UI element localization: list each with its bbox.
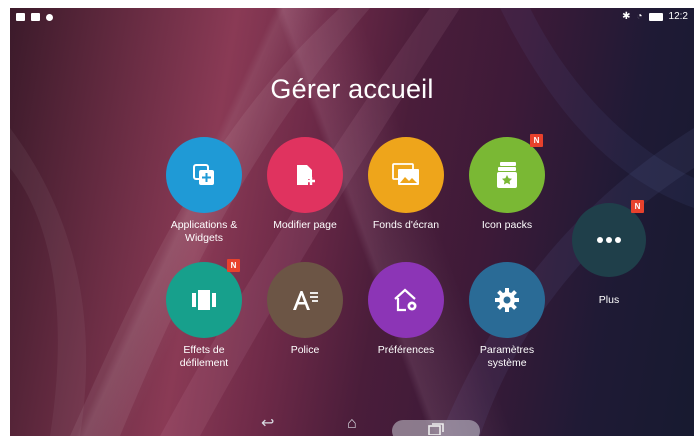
tile-parametres-systeme[interactable]: Paramètres système: [451, 262, 563, 370]
tile-label: Paramètres système: [479, 344, 535, 369]
recent-apps-button[interactable]: [392, 420, 480, 436]
tile-label: Fonds d'écran: [372, 219, 440, 231]
tile-effets-defilement[interactable]: N Effets de défilement: [148, 259, 260, 370]
back-icon[interactable]: ↩: [261, 416, 274, 432]
edit-page-icon: [297, 165, 315, 185]
tile-modifier-page[interactable]: Modifier page: [249, 137, 361, 232]
system-icons: ✱ ◔ 12:2: [622, 12, 688, 22]
parametres-circle[interactable]: [469, 262, 545, 338]
navigation-bar: ↩ ⌂: [10, 412, 694, 436]
screenshot-icon: [31, 13, 40, 21]
home-manage-screen: ✱ ◔ 12:2 Gérer accueil Applications & Wi…: [10, 8, 694, 436]
recent-apps-icon: [428, 423, 444, 435]
tile-preferences[interactable]: Préférences: [350, 262, 462, 357]
tile-applications-widgets[interactable]: Applications & Widgets: [148, 137, 260, 245]
new-badge: N: [227, 259, 240, 272]
home-settings-icon: [394, 288, 417, 312]
tile-label: Applications & Widgets: [170, 219, 238, 244]
clock: 12:2: [668, 11, 688, 22]
preferences-circle[interactable]: [368, 262, 444, 338]
gear-icon: [495, 288, 519, 312]
icon-pack-icon: [497, 162, 517, 188]
tile-label: Police: [290, 344, 320, 356]
police-circle[interactable]: [267, 262, 343, 338]
add-widget-icon: [193, 164, 214, 185]
wallpaper-icon: [392, 163, 419, 185]
bluetooth-icon: ✱: [622, 11, 631, 22]
tile-label: Plus: [598, 294, 620, 306]
plus-circle[interactable]: N: [572, 200, 646, 277]
more-dots-icon: [597, 237, 621, 243]
new-badge: N: [530, 134, 543, 147]
tile-police[interactable]: Police: [249, 262, 361, 357]
tile-icon-packs[interactable]: N Icon packs: [451, 134, 563, 232]
home-icon[interactable]: ⌂: [347, 416, 357, 432]
notification-icons: [16, 13, 53, 21]
tile-label: Modifier page: [273, 219, 337, 231]
effets-circle[interactable]: N: [166, 259, 242, 338]
notification-icon: [16, 13, 25, 21]
tile-label: Icon packs: [481, 219, 533, 231]
wifi-icon: ◔: [636, 11, 643, 22]
tile-plus[interactable]: N Plus: [553, 200, 665, 307]
tile-label: Préférences: [377, 344, 435, 356]
icon-packs-circle[interactable]: N: [469, 134, 545, 213]
sync-icon: [46, 13, 53, 21]
tile-label: Effets de défilement: [179, 344, 229, 369]
modifier-page-circle[interactable]: [267, 137, 343, 213]
font-icon: [293, 291, 318, 310]
battery-icon: [648, 13, 663, 21]
scroll-effect-icon: [192, 290, 216, 310]
apps-widgets-circle[interactable]: [166, 137, 242, 213]
fonds-ecran-circle[interactable]: [368, 137, 444, 213]
status-bar: ✱ ◔ 12:2: [10, 8, 694, 26]
tile-fonds-ecran[interactable]: Fonds d'écran: [350, 137, 462, 232]
new-badge: N: [631, 200, 644, 213]
page-title: Gérer accueil: [270, 74, 434, 104]
